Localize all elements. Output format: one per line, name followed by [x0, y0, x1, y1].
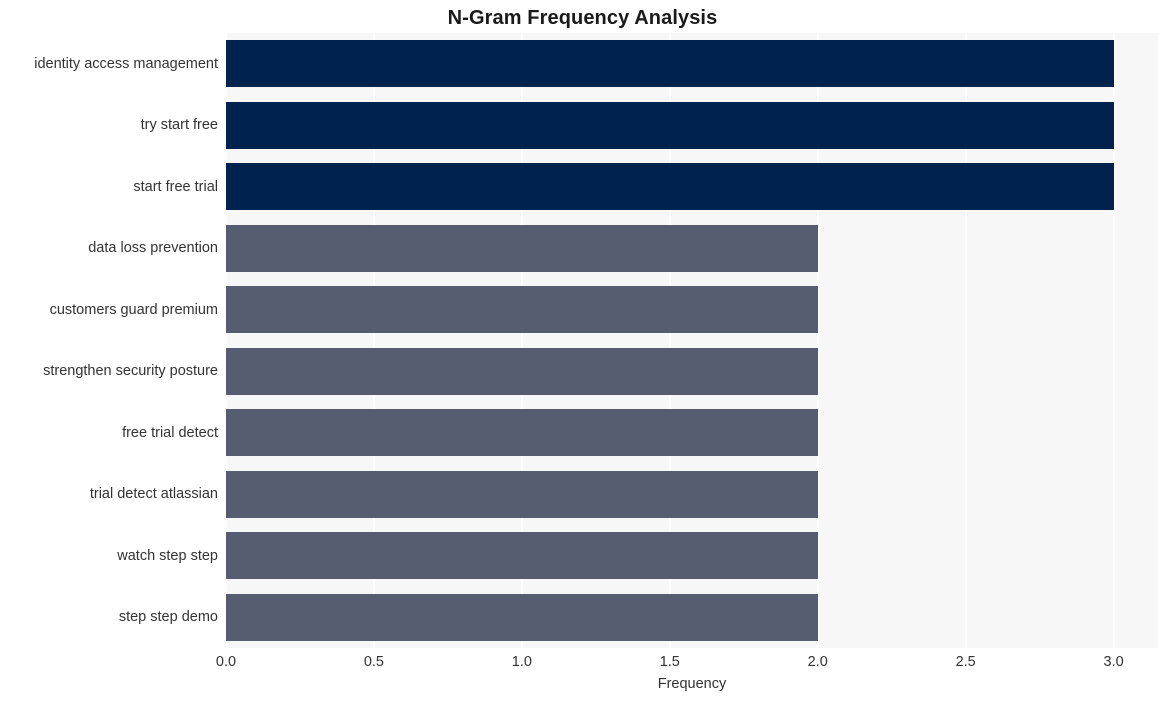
- x-axis-tick-label: 1.0: [511, 654, 532, 670]
- bar[interactable]: [226, 470, 818, 518]
- bar[interactable]: [226, 224, 818, 272]
- bar[interactable]: [226, 40, 1114, 88]
- x-axis-tick-label: 1.5: [659, 654, 680, 670]
- y-axis-tick-labels: identity access management try start free…: [0, 33, 218, 648]
- bar[interactable]: [226, 347, 818, 395]
- x-axis-tick-label: 2.0: [807, 654, 828, 670]
- y-axis-tick-label: watch step step: [117, 547, 218, 564]
- bar[interactable]: [226, 101, 1114, 149]
- y-axis-tick-label: start free trial: [133, 178, 218, 195]
- y-axis-tick-label: data loss prevention: [88, 240, 218, 257]
- x-axis-tick-label: 3.0: [1103, 654, 1124, 670]
- page-title: N-Gram Frequency Analysis: [447, 7, 718, 29]
- y-axis-tick-label: free trial detect: [122, 424, 218, 441]
- y-axis-tick-label: trial detect atlassian: [89, 486, 218, 503]
- bar[interactable]: [226, 593, 818, 641]
- x-axis-tick-label: 0.5: [363, 654, 385, 670]
- x-axis-tick-label: 0.0: [215, 654, 237, 670]
- chart-figure: N-Gram Frequency Analysis identity acces…: [0, 0, 1165, 701]
- plot-area: [226, 33, 1158, 648]
- x-axis-label: Frequency: [657, 676, 727, 692]
- y-axis-tick-label: customers guard premium: [49, 301, 218, 318]
- y-axis-tick-label: identity access management: [34, 55, 218, 72]
- bar[interactable]: [226, 163, 1114, 211]
- bar[interactable]: [226, 532, 818, 580]
- y-axis-tick-label: step step demo: [118, 609, 218, 626]
- x-axis-tick-labels: 0.0 0.5 1.0 1.5 2.0 2.5 3.0: [216, 652, 1158, 674]
- bar[interactable]: [226, 409, 818, 457]
- x-axis-tick-label: 2.5: [955, 654, 976, 670]
- y-axis-tick-label: strengthen security posture: [43, 363, 218, 380]
- bar-series: [226, 33, 1158, 648]
- y-axis-tick-label: try start free: [140, 117, 218, 134]
- bar[interactable]: [226, 286, 818, 334]
